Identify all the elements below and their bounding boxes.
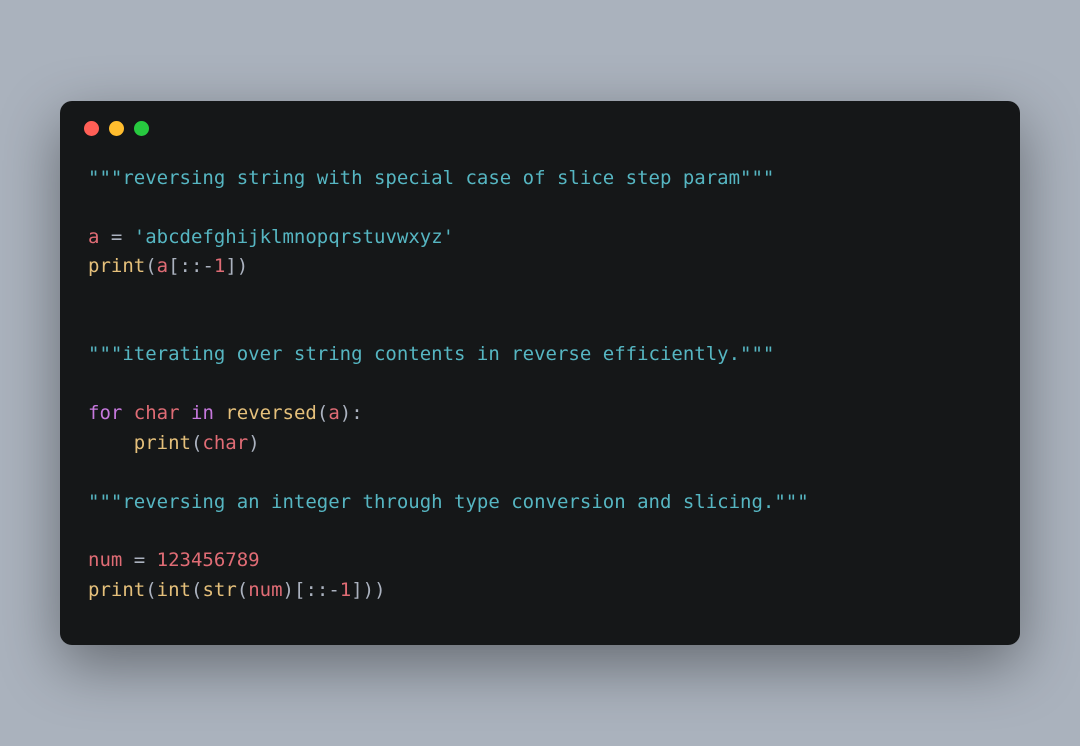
operator: = [99,226,133,248]
function-call: reversed [225,402,317,424]
variable: char [134,402,180,424]
paren: ) [283,579,294,601]
variable: num [88,549,122,571]
operator: = [122,549,156,571]
titlebar [60,101,1020,144]
space [214,402,225,424]
bracket: [:: [168,255,202,277]
code-editor[interactable]: """reversing string with special case of… [60,144,1020,646]
bracket: [:: [294,579,328,601]
paren: ( [317,402,328,424]
bracket: ]) [225,255,248,277]
keyword: in [191,402,214,424]
code-window: """reversing string with special case of… [60,101,1020,646]
variable: num [248,579,282,601]
operator: - [328,579,339,601]
string-literal: 'abcdefghijklmnopqrstuvwxyz' [134,226,454,248]
operator: - [202,255,213,277]
keyword: for [88,402,122,424]
variable: a [328,402,339,424]
variable: a [88,226,99,248]
minimize-icon[interactable] [109,121,124,136]
paren: ( [191,579,202,601]
paren: ( [145,255,156,277]
paren: ( [191,432,202,454]
paren: ) [248,432,259,454]
docstring: """reversing string with special case of… [88,167,774,189]
paren: ( [237,579,248,601]
number: 1 [340,579,351,601]
number: 1 [214,255,225,277]
close-icon[interactable] [84,121,99,136]
paren: ): [340,402,363,424]
number: 123456789 [157,549,260,571]
function-call: int [157,579,191,601]
function-call: print [88,579,145,601]
bracket: ])) [351,579,385,601]
paren: ( [145,579,156,601]
docstring: """iterating over string contents in rev… [88,343,774,365]
function-call: str [202,579,236,601]
variable: char [202,432,248,454]
space [180,402,191,424]
indent [88,432,134,454]
function-call: print [134,432,191,454]
docstring: """reversing an integer through type con… [88,491,809,513]
function-call: print [88,255,145,277]
variable: a [157,255,168,277]
space [122,402,133,424]
maximize-icon[interactable] [134,121,149,136]
